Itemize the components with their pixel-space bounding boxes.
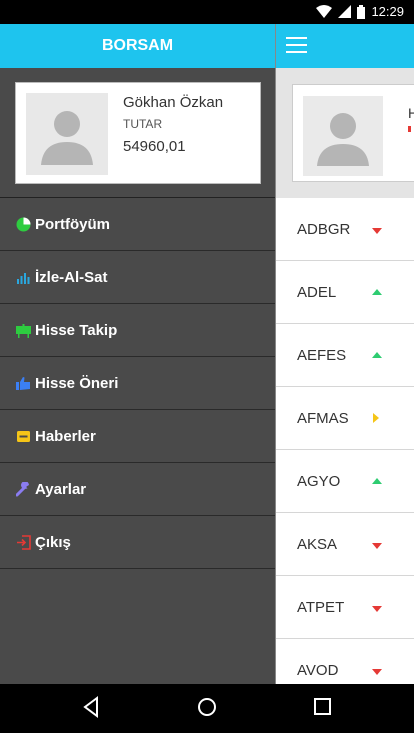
stock-list: ADBGR ADEL AEFES AFMAS AGYO AKSA ATPET AVOD (276, 198, 414, 684)
bar-chart-icon (16, 270, 31, 285)
trend-up-icon (372, 289, 382, 295)
drawer-title: BORSAM (0, 24, 275, 68)
recents-icon[interactable] (313, 697, 333, 722)
signal-icon (338, 5, 352, 18)
status-bar: 12:29 (0, 0, 414, 24)
pie-chart-icon (16, 217, 31, 232)
avatar (26, 93, 108, 175)
drawer-profile-section: Gökhan Özkan TUTAR 54960,01 (0, 68, 275, 198)
menu-item-label: Ayarlar (35, 480, 87, 498)
home-icon[interactable] (196, 696, 218, 723)
menu-item-label: Hisse Öneri (35, 374, 119, 392)
trend-down-icon (372, 543, 382, 549)
stock-row[interactable]: AKSA (276, 513, 414, 576)
menu-item-7[interactable]: Çıkış (0, 516, 275, 569)
menu-item-6[interactable]: Ayarlar (0, 463, 275, 516)
main-profile-card (292, 84, 414, 182)
android-navigation-bar (0, 684, 414, 733)
menu-item-2[interactable]: İzle-Al-Sat (0, 251, 275, 304)
menu-item-label: Haberler (35, 427, 96, 445)
stock-code: ATPET (297, 599, 345, 616)
stock-row[interactable]: AEFES (276, 324, 414, 387)
menu-item-label: Portföyüm (35, 215, 110, 233)
trend-up-icon (372, 352, 382, 358)
trend-up-icon (372, 478, 382, 484)
avatar (303, 96, 383, 176)
stock-code: ADBGR (297, 221, 351, 238)
menu-item-3[interactable]: Hisse Takip (0, 304, 275, 357)
status-time: 12:29 (371, 4, 404, 19)
trend-down-icon (372, 606, 382, 612)
stock-code: AFMAS (297, 410, 349, 427)
stock-code: AGYO (297, 473, 341, 490)
trend-neutral-icon (373, 413, 379, 423)
stock-row[interactable]: ADEL (276, 261, 414, 324)
hamburger-menu-icon[interactable] (286, 37, 307, 53)
stock-code: AKSA (297, 536, 338, 553)
menu-item-label: Hisse Takip (35, 321, 118, 339)
stock-code: AEFES (297, 347, 347, 364)
wrench-icon (15, 480, 31, 497)
stock-row[interactable]: ATPET (276, 576, 414, 639)
main-header (276, 24, 414, 68)
profile-amount-label: TUTAR (123, 117, 163, 131)
profile-name: Gökhan Özkan (123, 94, 224, 111)
stock-code: ADEL (297, 284, 337, 301)
stock-row[interactable]: ADBGR (276, 198, 414, 261)
menu-item-1[interactable]: Portföyüm (0, 198, 275, 251)
battery-icon (357, 4, 366, 19)
main-profile-section: H (276, 68, 414, 198)
profile-amount: 54960,01 (123, 138, 186, 155)
main-page: H ADBGR ADEL AEFES AFMAS AGYO AKSA ATPET AVOD (275, 24, 414, 684)
drawer-menu: Portföyüm İzle-Al-Sat Hisse Takip Hisse Öne… (0, 198, 275, 569)
stock-row[interactable]: AGYO (276, 450, 414, 513)
stock-row[interactable]: AVOD (276, 639, 414, 684)
main-profile-change-peek (408, 126, 411, 132)
menu-item-4[interactable]: Hisse Öneri (0, 357, 275, 410)
menu-item-label: Çıkış (35, 533, 71, 551)
menu-item-5[interactable]: Haberler (0, 410, 275, 463)
thumbs-up-icon (16, 376, 31, 391)
stock-row[interactable]: AFMAS (276, 387, 414, 450)
wifi-icon (316, 5, 333, 18)
stock-code: AVOD (297, 662, 339, 679)
trend-down-icon (372, 228, 382, 234)
exit-icon (16, 534, 31, 550)
back-icon[interactable] (82, 696, 100, 723)
presentation-board-icon (16, 323, 31, 338)
profile-card[interactable]: Gökhan Özkan TUTAR 54960,01 (15, 82, 261, 184)
menu-item-label: İzle-Al-Sat (35, 268, 108, 286)
navigation-drawer: BORSAM Gökhan Özkan TUTAR 54960,01 Portf… (0, 24, 275, 684)
main-profile-name-peek: H (408, 105, 414, 121)
newspaper-icon (16, 429, 31, 444)
trend-down-icon (372, 669, 382, 675)
